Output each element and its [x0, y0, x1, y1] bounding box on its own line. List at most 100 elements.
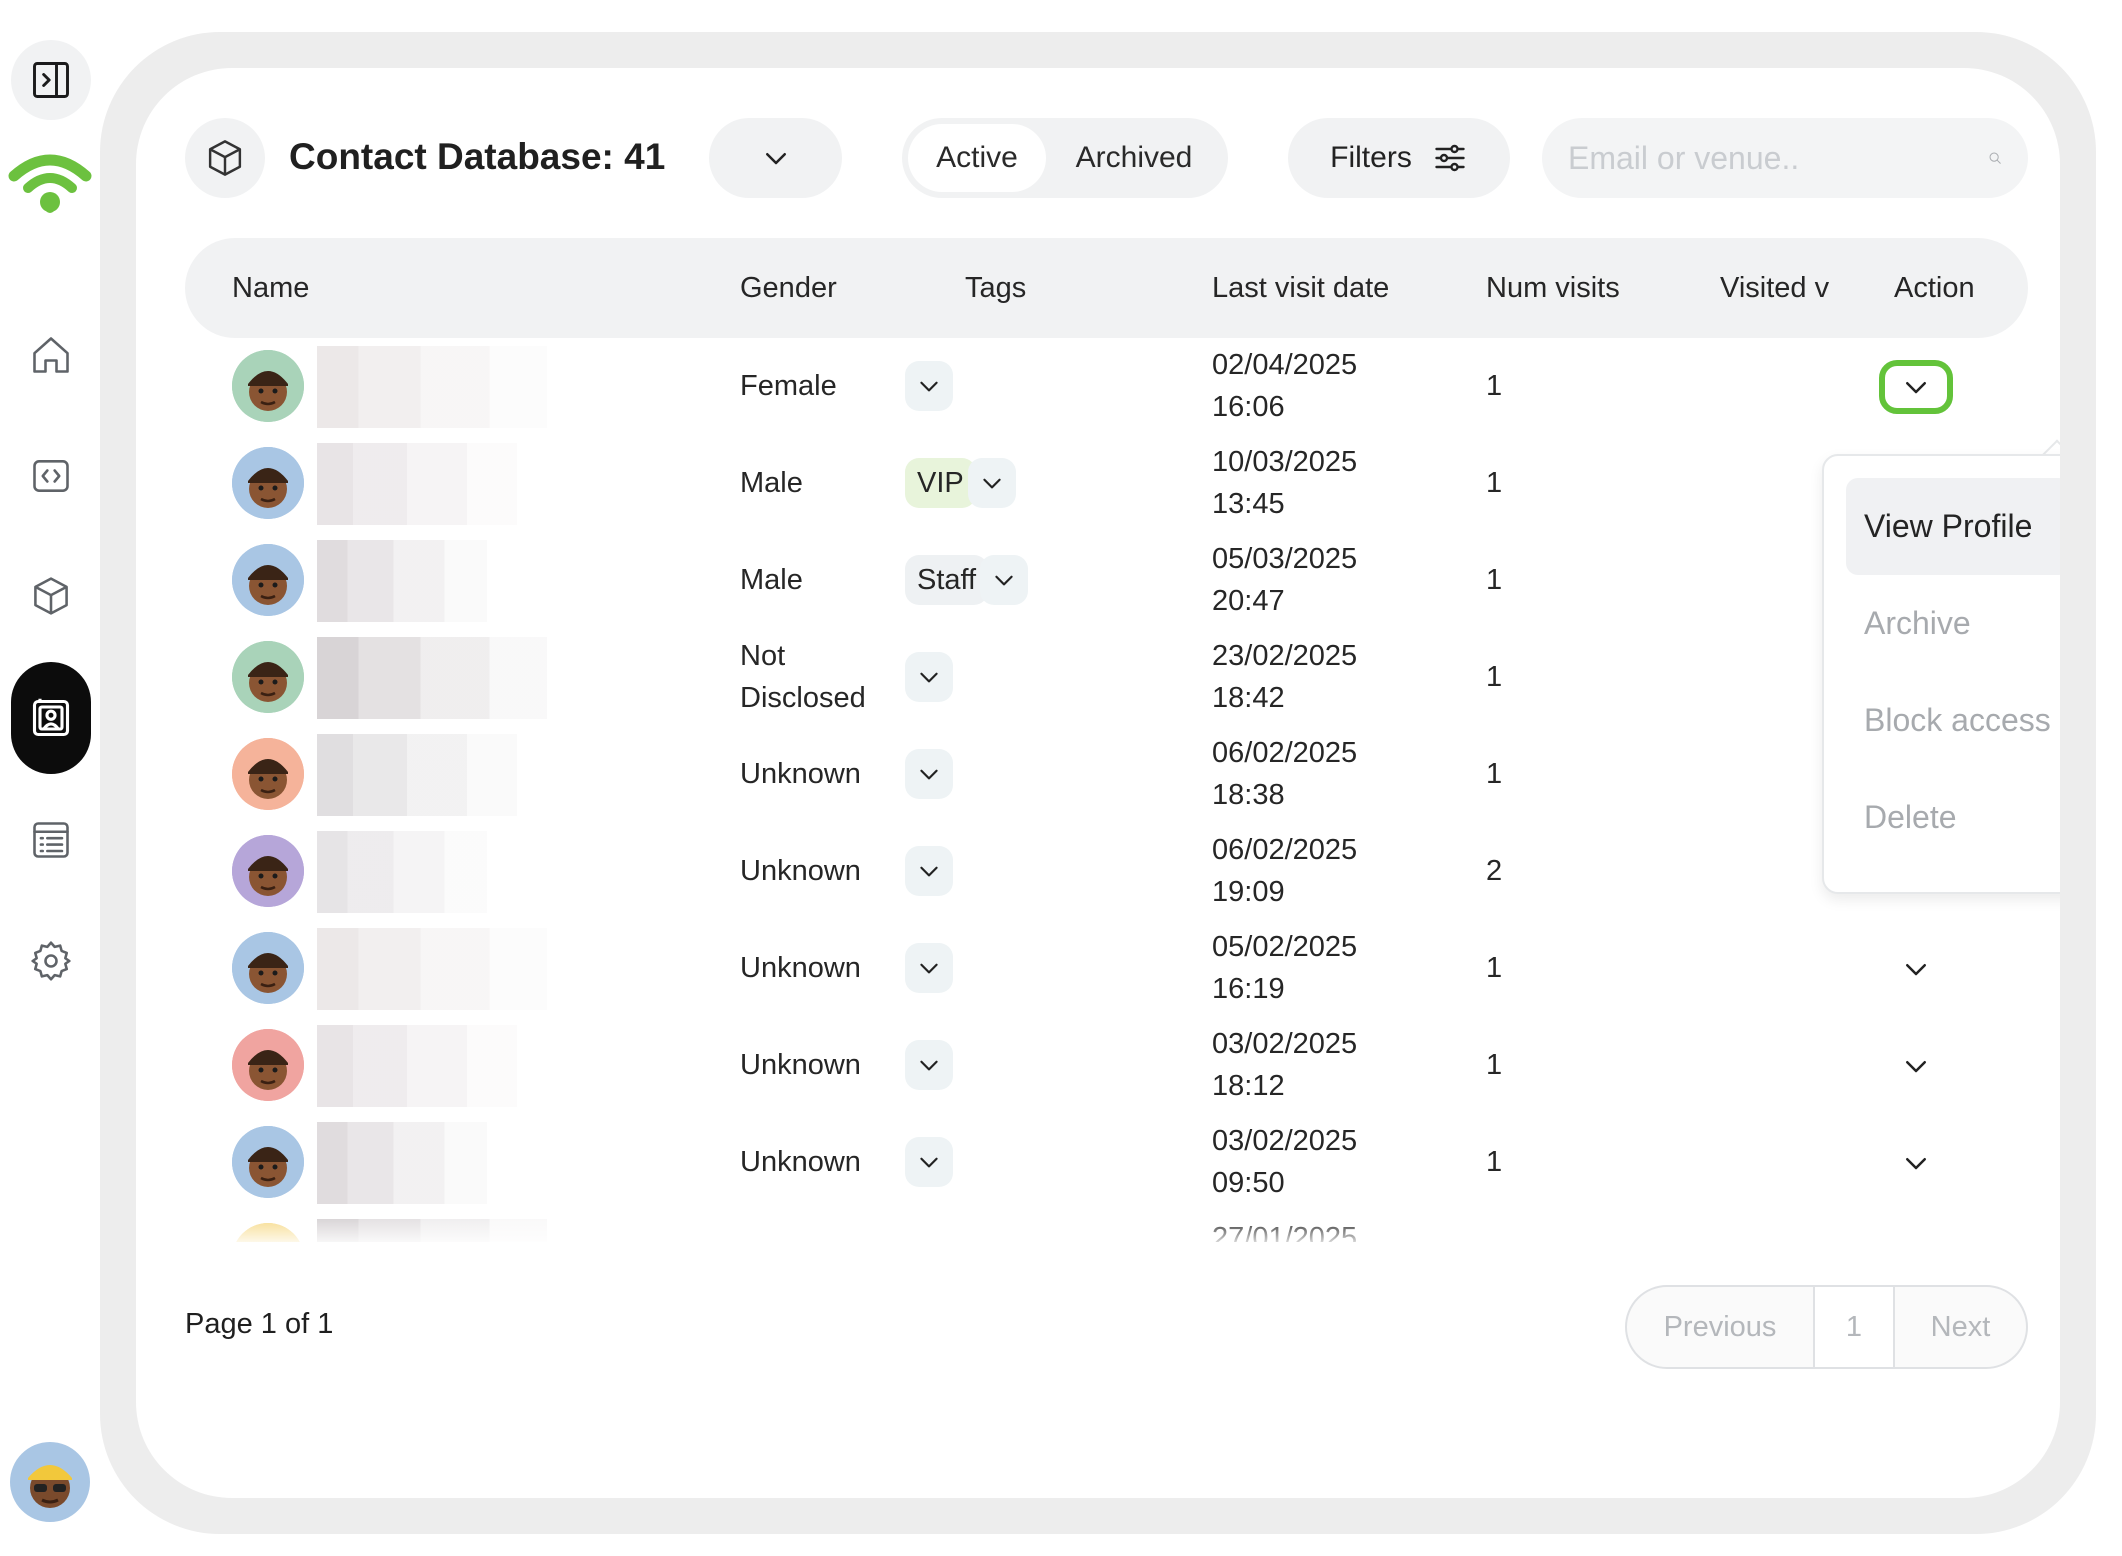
table-row[interactable]: Unknown 03/02/2025 18:12 1: [136, 1017, 2060, 1114]
last-visit-time: 16:19: [1212, 973, 1285, 1005]
contact-avatar: [232, 447, 304, 519]
page-number-button[interactable]: 1: [1815, 1287, 1895, 1367]
tag-chip[interactable]: Staff: [905, 555, 989, 605]
next-page-button[interactable]: Next: [1895, 1287, 2026, 1367]
last-visit-date: 05/03/2025: [1212, 543, 1358, 575]
page-indicator: Page 1 of 1: [185, 1308, 334, 1340]
last-visit-date: 06/02/2025: [1212, 834, 1358, 866]
search-icon[interactable]: [1988, 140, 2002, 176]
sidebar-item-embed[interactable]: [11, 436, 91, 516]
tags-dropdown[interactable]: [968, 458, 1016, 508]
tags-dropdown[interactable]: [905, 749, 953, 799]
contact-avatar: [232, 1029, 304, 1101]
search-input[interactable]: [1568, 139, 1988, 177]
table-row[interactable]: Unknown 06/02/2025 19:09 2: [136, 823, 2060, 920]
last-visit-cell: 10/03/2025 13:45: [1212, 441, 1357, 525]
home-icon: [33, 337, 69, 373]
sidebar-item-contacts[interactable]: [11, 662, 91, 774]
redacted-name: [317, 346, 547, 428]
user-avatar[interactable]: [10, 1442, 90, 1522]
gender-line-1: Not: [740, 640, 786, 672]
sidebar-item-reports[interactable]: [11, 800, 91, 880]
tags-dropdown[interactable]: [905, 652, 953, 702]
memoji-avatar-icon: [232, 1126, 304, 1198]
num-visits-cell: 1: [1486, 467, 1503, 499]
menu-item-delete[interactable]: Delete: [1846, 769, 2060, 866]
toggle-sidebar-button[interactable]: [11, 40, 91, 120]
chevron-down-icon: [920, 381, 938, 392]
code-icon: [33, 460, 69, 492]
memoji-avatar-icon: [232, 1029, 304, 1101]
num-visits-cell: 2: [1486, 855, 1503, 887]
memoji-avatar-icon: [232, 544, 304, 616]
last-visit-time: 09:50: [1212, 1167, 1285, 1199]
last-visit-cell: 06/02/2025 19:09: [1212, 829, 1357, 913]
table-header: Name Gender Tags Last visit date Num vis…: [185, 238, 2028, 338]
menu-item-archive[interactable]: Archive: [1846, 575, 2060, 672]
num-visits-cell: 1: [1486, 758, 1503, 790]
table-row[interactable]: Male Staff 05/03/2025 20:47 1: [136, 532, 2060, 629]
last-visit-cell: 02/04/2025 16:06: [1212, 344, 1357, 428]
tags-dropdown[interactable]: [905, 943, 953, 993]
column-header-gender[interactable]: Gender: [740, 238, 837, 338]
filters-button[interactable]: Filters: [1288, 118, 1510, 198]
table-row[interactable]: Male VIP 10/03/2025 13:45 1: [136, 435, 2060, 532]
row-action-button[interactable]: [1879, 360, 1953, 414]
memoji-avatar-icon: [232, 447, 304, 519]
table-row[interactable]: Unknown 06/02/2025 18:38 1: [136, 726, 2060, 823]
column-header-last-visit[interactable]: Last visit date: [1212, 238, 1389, 338]
sidebar: [0, 0, 100, 1556]
redacted-name: [317, 831, 487, 913]
chevron-down-icon: [1906, 964, 1926, 976]
redacted-name: [317, 1025, 517, 1107]
segment-active[interactable]: Active: [908, 124, 1046, 192]
previous-page-button[interactable]: Previous: [1627, 1287, 1815, 1367]
list-icon: [33, 822, 69, 858]
tags-dropdown[interactable]: [905, 846, 953, 896]
table-row[interactable]: Female 02/04/2025 16:06 1: [136, 338, 2060, 435]
chevron-down-icon: [995, 575, 1013, 586]
menu-item-view-profile[interactable]: View Profile: [1846, 478, 2060, 575]
page-title: Contact Database: 41: [289, 136, 666, 177]
tags-dropdown[interactable]: [905, 1137, 953, 1187]
tags-dropdown[interactable]: [905, 1040, 953, 1090]
last-visit-date: 03/02/2025: [1212, 1125, 1358, 1157]
sidebar-item-products[interactable]: [11, 556, 91, 636]
database-badge: [185, 118, 265, 198]
menu-item-block-access[interactable]: Block access: [1846, 672, 2060, 769]
row-action-button[interactable]: [1879, 1039, 1953, 1093]
row-action-button[interactable]: [1879, 1136, 1953, 1190]
row-action-button[interactable]: [1879, 942, 1953, 996]
last-visit-cell: 06/02/2025 18:38: [1212, 732, 1357, 816]
last-visit-date: 06/02/2025: [1212, 737, 1358, 769]
sidebar-item-settings[interactable]: [11, 921, 91, 1001]
contact-avatar: [232, 835, 304, 907]
num-visits-cell: 1: [1486, 952, 1503, 984]
tag-chip[interactable]: VIP: [905, 458, 976, 508]
column-header-visited-venue[interactable]: Visited v: [1720, 238, 1829, 338]
column-header-tags[interactable]: Tags: [965, 238, 1026, 338]
column-header-name[interactable]: Name: [232, 238, 309, 338]
table-row[interactable]: Not Disclosed 23/02/2025 18:42 1: [136, 629, 2060, 726]
segment-archived[interactable]: Archived: [1046, 124, 1222, 192]
table-row[interactable]: Unknown 05/02/2025 16:19 1: [136, 920, 2060, 1017]
num-visits-cell: 1: [1486, 661, 1503, 693]
redacted-name: [317, 540, 487, 622]
contact-avatar: [232, 738, 304, 810]
gear-icon: [31, 941, 71, 981]
gender-cell: Male: [740, 564, 803, 596]
last-visit-cell: 03/02/2025 18:12: [1212, 1023, 1357, 1107]
chevron-down-icon: [920, 1157, 938, 1168]
sidebar-item-home[interactable]: [11, 315, 91, 395]
chevron-down-icon: [1906, 1158, 1926, 1170]
tags-dropdown[interactable]: [980, 555, 1028, 605]
chevron-down-icon: [1906, 382, 1926, 394]
database-dropdown[interactable]: [709, 118, 842, 198]
column-header-num-visits[interactable]: Num visits: [1486, 238, 1620, 338]
table-row[interactable]: Unknown 03/02/2025 09:50 1: [136, 1114, 2060, 1211]
status-segmented-control: Active Archived: [902, 118, 1228, 198]
memoji-avatar-icon: [232, 641, 304, 713]
tags-dropdown[interactable]: [905, 361, 953, 411]
chevron-down-icon: [920, 963, 938, 974]
chevron-down-icon: [765, 153, 786, 165]
